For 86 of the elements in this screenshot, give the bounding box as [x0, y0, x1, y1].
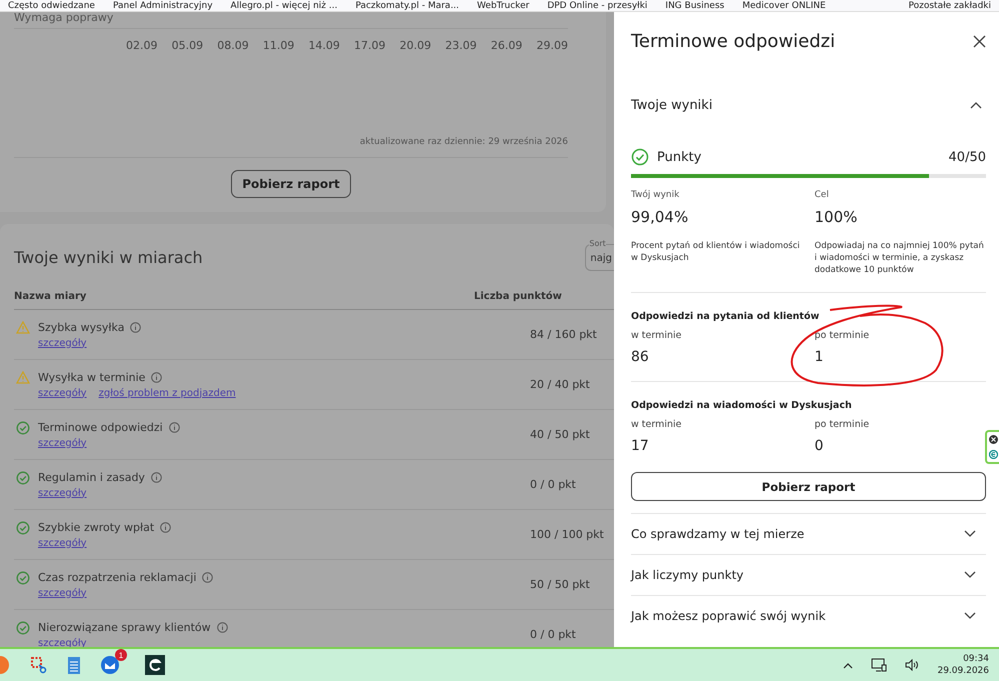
measure-name: Nierozwiązane sprawy klientów — [38, 620, 211, 634]
group-title: Odpowiedzi na wiadomości w Dyskusjach — [631, 400, 853, 411]
bookmark-link[interactable]: WebTrucker — [477, 1, 530, 11]
points-cell-text: 0 / 0 pkt — [530, 628, 577, 641]
metric-value: 86 — [631, 349, 650, 365]
group-title: Odpowiedzi na pytania od klientów — [631, 311, 820, 322]
chevron-up-icon — [970, 101, 982, 109]
points-label: Punkty — [657, 150, 702, 164]
measure-name: Czas rozpatrzenia reklamacji — [38, 570, 196, 584]
metric-label: po terminie — [814, 419, 870, 430]
stat-description: Procent pytań od klientów i wiadomości w Dyskusjach — [631, 240, 801, 264]
metric-label: w terminie — [631, 330, 682, 341]
stat-value: 99,04% — [631, 208, 690, 226]
app-taskbar-icon[interactable] — [145, 655, 165, 675]
axis-tick-label: 08.09 — [217, 39, 249, 54]
download-report-button[interactable]: Pobierz raport — [631, 472, 986, 501]
stat-value: 100% — [814, 208, 858, 226]
axis-tick-label: 20.09 — [400, 39, 432, 54]
download-report-button[interactable]: Pobierz raport — [231, 170, 351, 198]
axis-tick-label: 23.09 — [445, 39, 477, 54]
bookmark-link[interactable]: ING Business — [665, 1, 724, 11]
stat-label: Twój wynik — [631, 190, 680, 200]
volume-icon[interactable] — [905, 659, 920, 671]
axis-tick-label: 26.09 — [490, 39, 522, 54]
bookmark-link[interactable]: DPD Online - przesyłki — [547, 1, 648, 11]
axis-tick-label: 11.09 — [262, 39, 294, 54]
points-cell-text: 20 / 40 pkt — [530, 378, 591, 391]
axis-tick-label: 14.09 — [308, 39, 340, 54]
points-cell-text: 50 / 50 pkt — [530, 578, 591, 591]
info-icon[interactable] — [216, 622, 228, 632]
clock-time: 09:34 — [963, 653, 989, 665]
network-icon[interactable] — [871, 658, 888, 672]
side-widget[interactable] — [985, 430, 999, 464]
axis-tick-label: 17.09 — [354, 39, 386, 54]
check-circle-icon — [631, 148, 649, 166]
bookmarks-folder[interactable]: Pozostałe zakładki — [908, 1, 991, 11]
info-icon[interactable] — [151, 372, 162, 382]
metric-value: 1 — [814, 349, 824, 365]
bookmark-link[interactable]: Paczkomaty.pl - Mara... — [355, 1, 460, 11]
metric-value: 17 — [631, 438, 650, 454]
update-note: aktualizowane raz dziennie: 29 września 2026 — [14, 137, 568, 158]
bookmark-link[interactable]: Medicover ONLINE — [742, 1, 826, 11]
measure-name: Szybkie zwroty wpłat — [38, 520, 154, 534]
results-section-header[interactable]: Twoje wyniki — [631, 70, 986, 140]
points-cell-text: 84 / 160 pkt — [530, 328, 598, 341]
stat-label: Cel — [814, 190, 830, 200]
column-header: Liczba punktów — [474, 291, 563, 302]
metric-label: w terminie — [631, 419, 682, 430]
drawer-title: Terminowe odpowiedzi — [631, 30, 836, 52]
metric-label: po terminie — [814, 330, 870, 341]
snipping-taskbar-icon[interactable] — [30, 656, 48, 674]
axis-tick-label: 29.09 — [536, 39, 568, 54]
info-icon[interactable] — [168, 422, 180, 432]
measure-name: Wysyłka w terminie — [38, 370, 146, 384]
section-title: Twoje wyniki w miarach — [14, 248, 203, 267]
chevron-down-icon — [964, 612, 976, 620]
info-icon[interactable] — [202, 572, 214, 582]
stat-description: Odpowiadaj na co najmniej 100% pytań i wiadomości w terminie, a zyskasz dodatkowe 10 punktów — [814, 240, 985, 276]
metric-value: 0 — [814, 438, 824, 454]
axis-tick-label: 05.09 — [172, 39, 204, 54]
app-icon[interactable] — [988, 450, 998, 459]
bookmark-link[interactable]: Często odwiedzane — [8, 1, 95, 11]
chevron-up-icon[interactable] — [843, 662, 854, 668]
info-icon[interactable] — [130, 322, 142, 332]
points-cell-text: 100 / 100 pkt — [530, 528, 605, 541]
notification-badge: 1 — [115, 649, 127, 661]
axis-tick-label: 02.09 — [126, 39, 158, 54]
points-cell-text: 40 / 50 pkt — [530, 428, 591, 441]
info-icon[interactable] — [150, 472, 162, 482]
info-icon[interactable] — [160, 522, 172, 532]
clock-date: 29.09.2026 — [937, 665, 989, 677]
points-cell-text: 0 / 0 pkt — [530, 478, 577, 491]
measure-name: Szybka wysyłka — [38, 320, 124, 334]
close-icon[interactable] — [973, 34, 986, 48]
measure-name: Terminowe odpowiedzi — [38, 420, 163, 434]
chevron-down-icon — [964, 530, 976, 538]
bookmark-link[interactable]: Allegro.pl - więcej niż ... — [230, 1, 338, 11]
close-icon[interactable] — [988, 435, 998, 444]
chart-legend: Wymaga poprawy — [14, 12, 568, 29]
column-header: Nazwa miary — [14, 291, 88, 302]
chevron-down-icon — [964, 571, 976, 579]
bookmark-link[interactable]: Panel Administracyjny — [112, 1, 213, 11]
measure-name: Regulamin i zasady — [38, 470, 145, 484]
browser-taskbar-icon[interactable] — [0, 655, 12, 675]
notepad-taskbar-icon[interactable] — [66, 655, 82, 675]
points-value: 40/50 — [948, 150, 986, 164]
